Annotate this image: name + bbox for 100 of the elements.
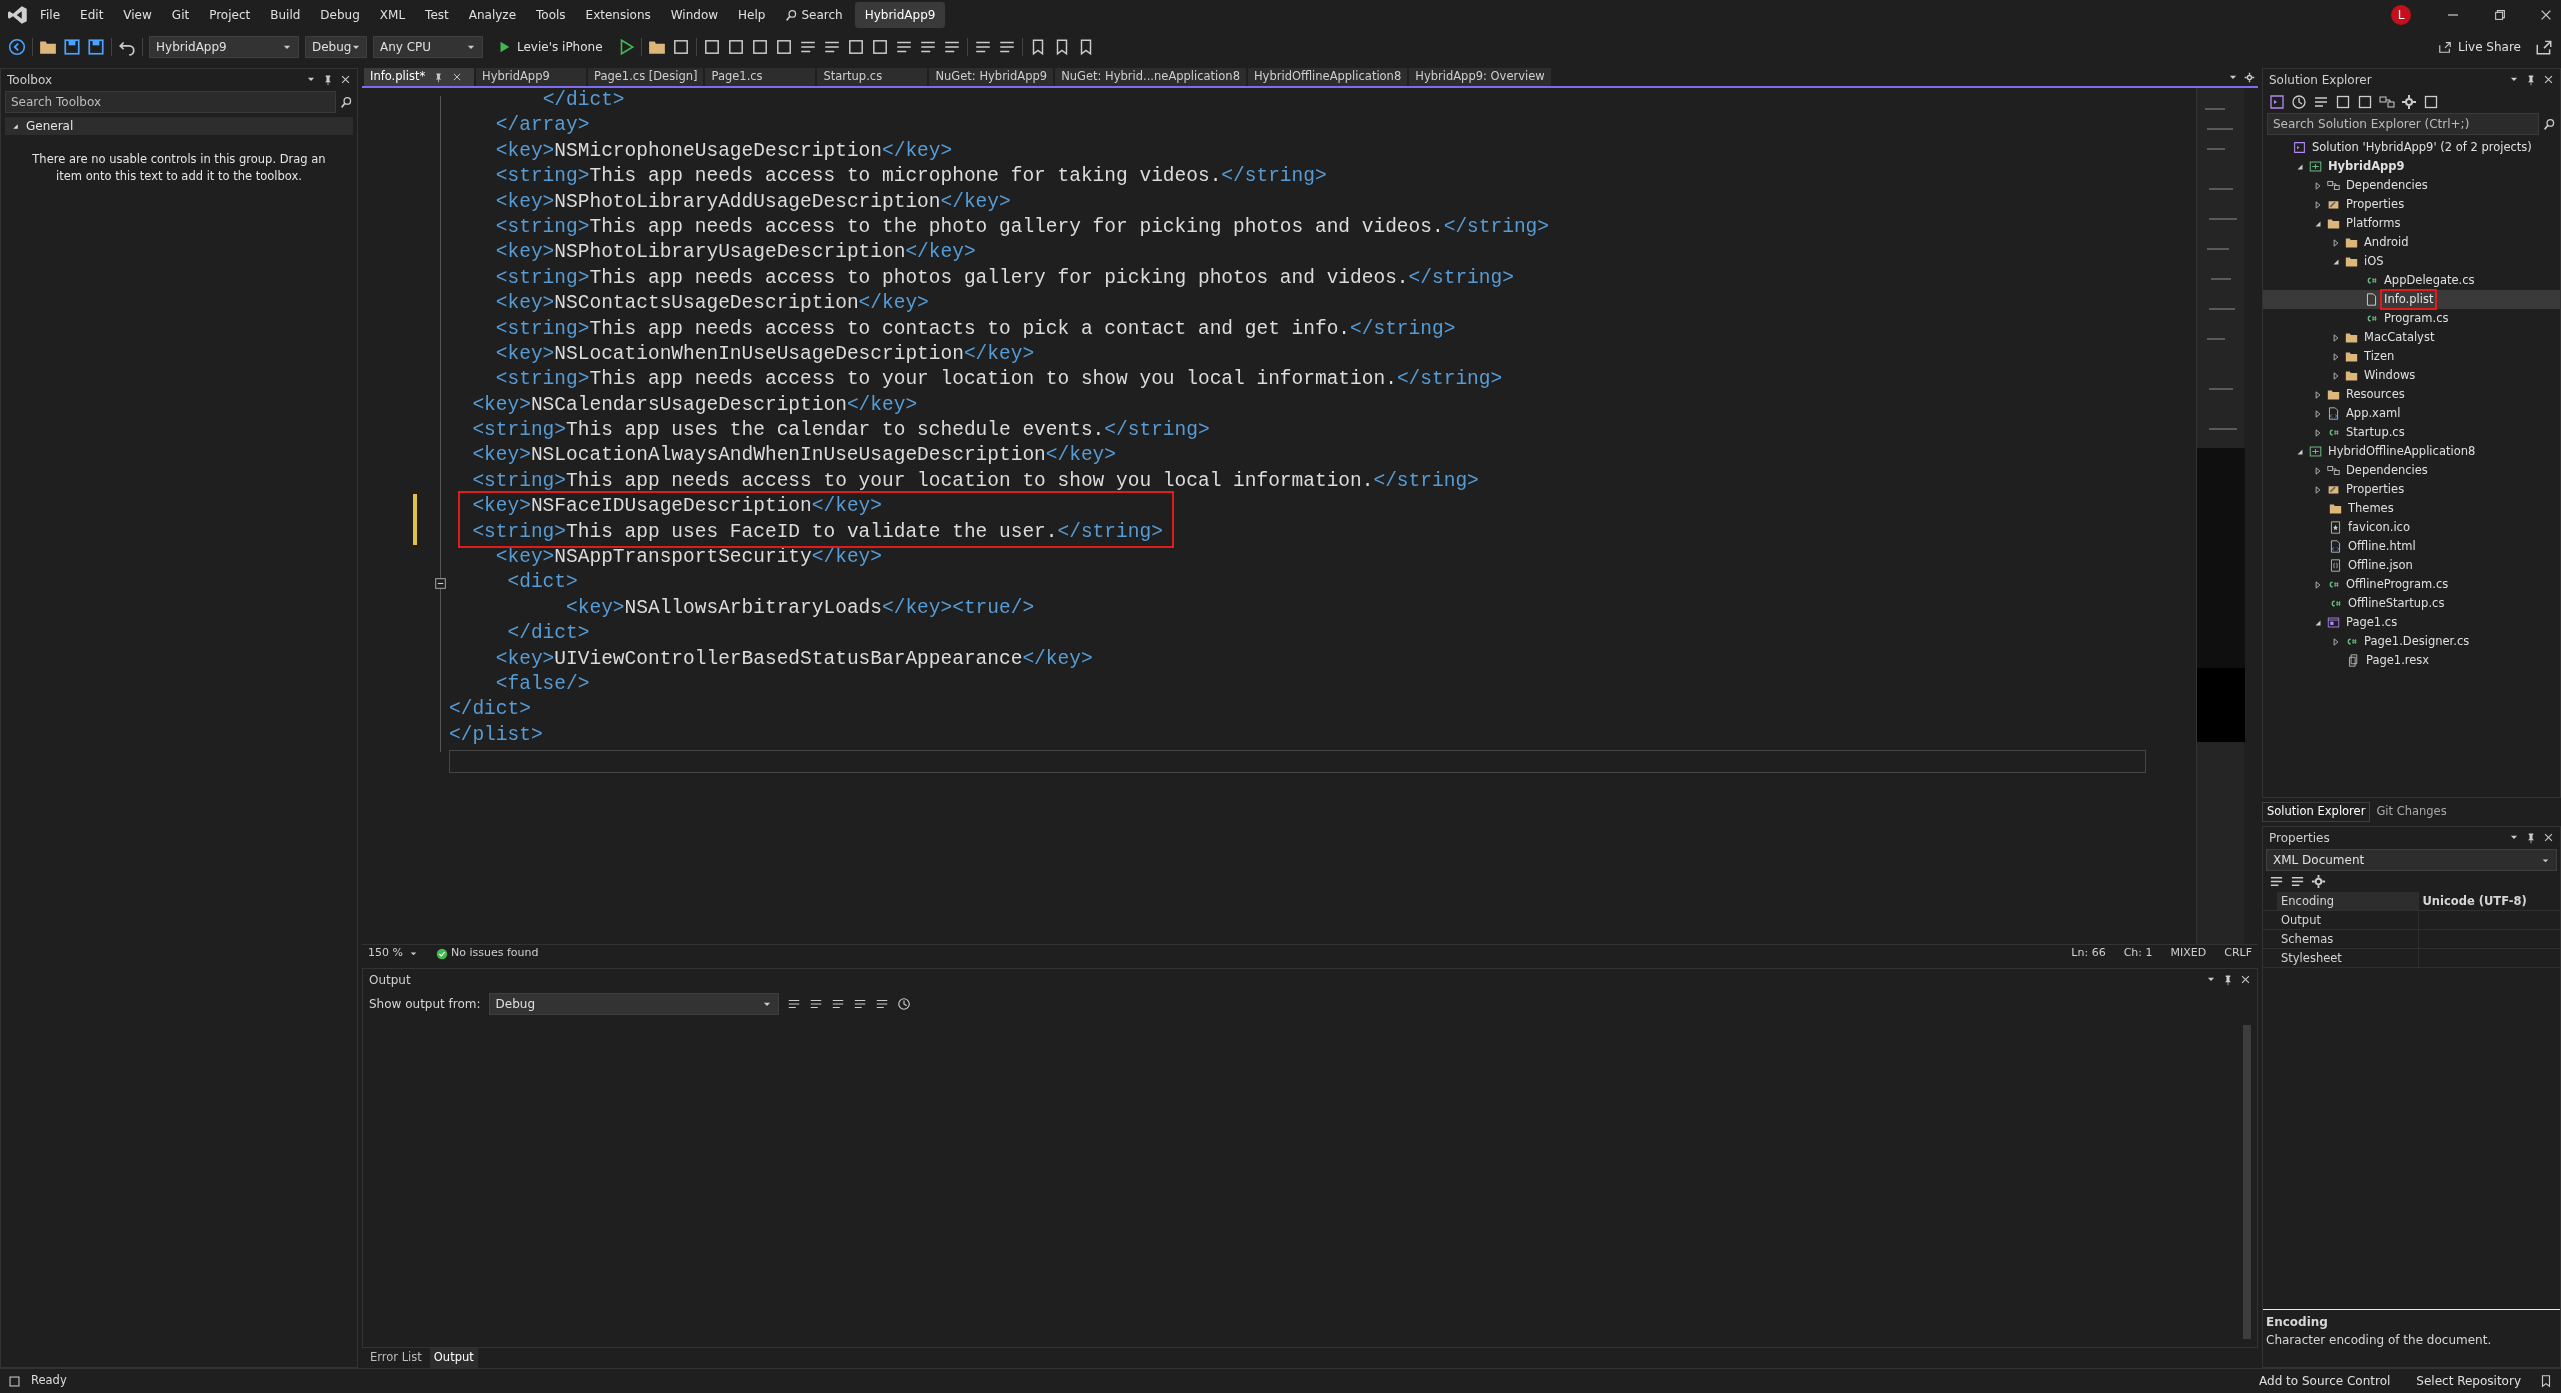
collapsed-icon[interactable] [2313,389,2323,400]
close-icon[interactable] [2543,74,2554,85]
window-icon[interactable] [726,38,745,56]
tree-item[interactable]: Windows [2263,366,2560,385]
menu-item[interactable]: Edit [72,3,112,27]
document-tab[interactable]: HybridOfflineApplication8 [1247,68,1408,86]
menu-item[interactable]: Build [262,3,309,27]
list-icon[interactable] [786,997,801,1011]
window-icon[interactable] [870,38,889,56]
folder-icon[interactable] [647,38,666,56]
list-icon[interactable] [874,997,889,1011]
window-icon[interactable] [2335,94,2351,110]
group-header[interactable]: General [5,117,353,135]
menu-item[interactable]: View [115,3,160,27]
menu-item[interactable]: Debug [312,3,368,27]
list-icon[interactable] [852,997,867,1011]
tree-item[interactable]: HybridOfflineApplication8 [2263,442,2560,461]
list-icon[interactable] [808,997,823,1011]
source-control-button[interactable]: Add to Source Control [2251,1369,2399,1393]
document-tab[interactable]: NuGet: HybridApp9 [929,68,1054,86]
document-tab[interactable]: HybridApp9: Overview [1409,68,1551,86]
panel-tab[interactable]: Output [429,1348,478,1368]
panel-tab[interactable]: Git Changes [2372,802,2451,822]
settings-icon[interactable] [2244,71,2255,83]
tree-item[interactable]: iOS [2263,252,2560,271]
collapsed-icon[interactable] [2313,427,2323,438]
window-icon[interactable] [774,38,793,56]
output-source-dropdown[interactable]: Debug [488,993,779,1015]
tree-item[interactable]: Offline.json [2263,556,2560,575]
tree-item[interactable]: Themes [2263,499,2560,518]
window-icon[interactable] [702,38,721,56]
menu-item[interactable]: Test [417,3,457,27]
tree-item[interactable]: AppDelegate.cs [2263,271,2560,290]
tree-item[interactable]: App.xaml [2263,404,2560,423]
menu-item[interactable]: File [32,3,69,27]
document-tab[interactable]: Page1.cs [705,68,816,86]
tree-item[interactable]: Solution 'HybridApp9' (2 of 2 projects) [2263,138,2560,157]
tree-item[interactable]: Dependencies [2263,461,2560,480]
close-icon[interactable] [2543,832,2554,843]
object-dropdown[interactable]: XML Document [2266,849,2557,871]
collapsed-icon[interactable] [2331,351,2341,362]
tree-item[interactable]: Tizen [2263,347,2560,366]
menu-item[interactable]: Git [163,3,198,27]
scrollbar[interactable] [2243,1025,2251,1339]
save-icon[interactable] [63,38,81,56]
tree-item[interactable]: MacCatalyst [2263,328,2560,347]
menu-item[interactable]: Extensions [577,3,659,27]
zoom-dropdown[interactable]: 150 % [368,945,418,962]
tree-item[interactable]: Offline.html [2263,537,2560,556]
back-icon[interactable] [8,38,26,56]
property-name[interactable]: Output [2277,911,2419,929]
collapsed-icon[interactable] [2313,408,2323,419]
document-tab[interactable]: Startup.cs [817,68,928,86]
tree-item[interactable]: Properties [2263,195,2560,214]
solution-icon[interactable] [2269,94,2285,110]
close-icon[interactable] [340,74,351,85]
tree-item[interactable]: Dependencies [2263,176,2560,195]
project-dropdown[interactable]: HybridApp9 [149,36,299,58]
tree-item[interactable]: favicon.ico [2263,518,2560,537]
collapsed-icon[interactable] [2331,636,2341,647]
close-icon[interactable] [2240,974,2251,985]
menu-item[interactable]: Window [662,3,727,27]
list-icon[interactable] [830,997,845,1011]
tree-item[interactable]: HybridApp9 [2263,157,2560,176]
collapsed-icon[interactable] [2331,332,2341,343]
menu-item[interactable]: Project [201,3,259,27]
property-name[interactable]: Encoding [2277,892,2419,910]
window-icon[interactable] [750,38,769,56]
collapsed-icon[interactable] [2313,579,2323,590]
platform-dropdown[interactable]: Any CPU [373,36,483,58]
tree-item[interactable]: Android [2263,233,2560,252]
collapsed-icon[interactable] [2313,484,2323,495]
document-tab[interactable]: Page1.cs [Design] [588,68,704,86]
tree-item[interactable]: Program.cs [2263,309,2560,328]
live-share-button[interactable]: Live Share [2430,35,2529,59]
panel-tab[interactable]: Solution Explorer [2262,802,2371,822]
property-value[interactable]: Unicode (UTF-8) [2418,892,2560,910]
property-name[interactable]: Schemas [2277,930,2419,948]
clock-icon[interactable] [2291,94,2307,110]
document-tab[interactable]: NuGet: Hybrid...neApplication8 [1055,68,1246,86]
tree-item[interactable]: Page1.Designer.cs [2263,632,2560,651]
window-icon[interactable] [846,38,865,56]
menu-item[interactable]: XML [371,3,414,27]
close-icon[interactable] [452,72,463,82]
window-icon[interactable] [671,38,690,56]
configuration-dropdown[interactable]: Debug [305,36,367,58]
account-avatar[interactable]: L [2391,5,2411,25]
tree-item[interactable]: Platforms [2263,214,2560,233]
tree-item[interactable]: Resources [2263,385,2560,404]
tree-item[interactable]: OfflineProgram.cs [2263,575,2560,594]
window-icon[interactable] [2357,94,2373,110]
panel-tab[interactable]: Error List [366,1348,426,1368]
run-button[interactable]: Levie's iPhone [489,35,611,59]
collapsed-icon[interactable] [2313,180,2323,191]
menu-item[interactable]: Help [730,3,774,27]
document-tab[interactable]: Info.plist* [364,68,474,86]
document-tab[interactable]: HybridApp9 [476,68,586,86]
tree-item[interactable]: OfflineStartup.cs [2263,594,2560,613]
close-icon[interactable] [2539,8,2553,22]
clock-icon[interactable] [896,997,911,1011]
